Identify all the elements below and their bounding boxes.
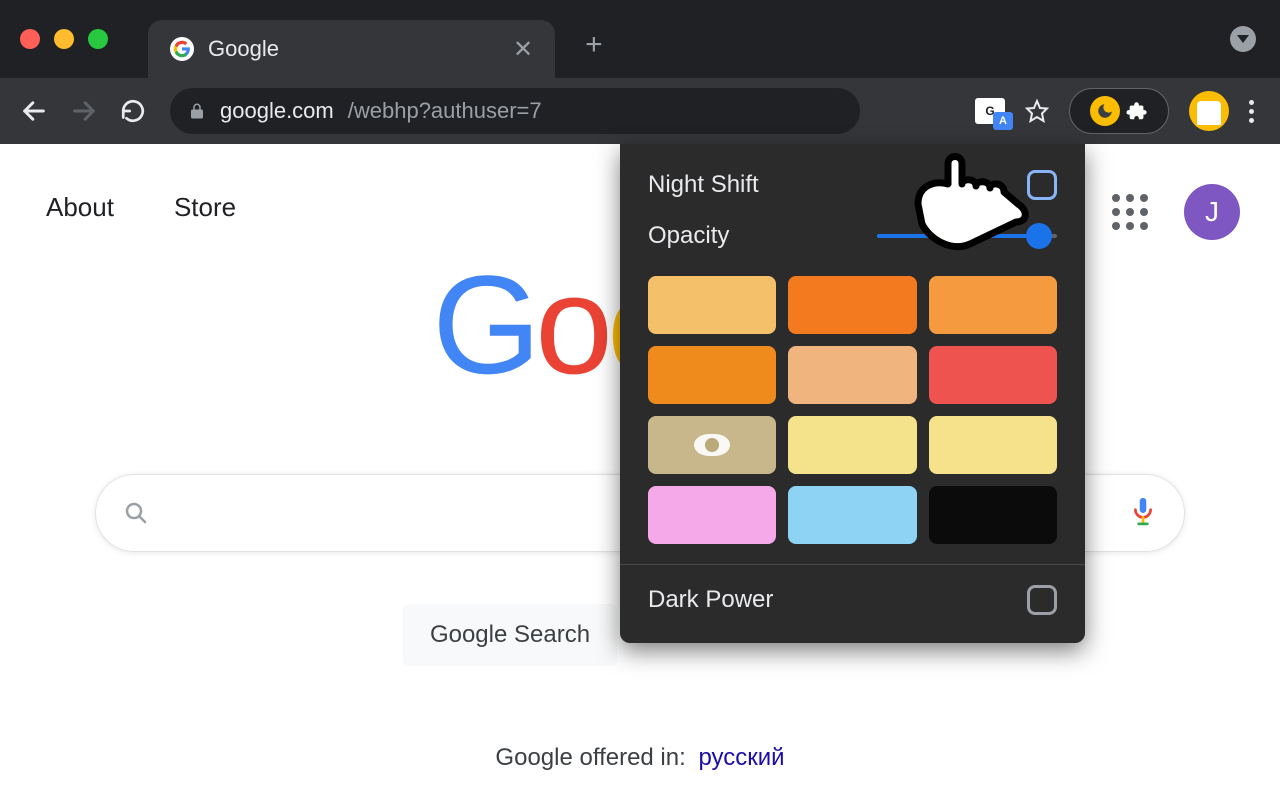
offered-in-text: Google offered in: русский <box>495 744 784 772</box>
header-links: About Store <box>46 192 236 223</box>
page-content: About Store J G o o g l e Google Search … <box>0 144 1280 800</box>
opacity-label: Opacity <box>648 222 729 250</box>
extension-button-active[interactable] <box>1069 88 1169 134</box>
color-swatch-0[interactable] <box>648 276 776 334</box>
voice-search-button[interactable] <box>1130 496 1156 530</box>
store-link[interactable]: Store <box>174 192 236 223</box>
tab-close-button[interactable]: ✕ <box>513 35 533 64</box>
search-icon <box>124 501 148 525</box>
bookmark-star-button[interactable] <box>1025 99 1049 123</box>
night-shift-label: Night Shift <box>648 171 759 199</box>
lock-icon <box>188 101 206 121</box>
color-swatch-3[interactable] <box>648 346 776 404</box>
offered-language-link[interactable]: русский <box>698 744 784 771</box>
window-minimize-button[interactable] <box>54 29 74 49</box>
forward-button[interactable] <box>70 97 106 125</box>
color-swatch-10[interactable] <box>788 486 916 544</box>
chevron-down-icon <box>1230 26 1256 52</box>
toolbar: google.com/webhp?authuser=7 G <box>0 78 1280 144</box>
traffic-lights <box>20 29 108 49</box>
color-swatch-grid <box>648 276 1057 544</box>
apps-launcher-button[interactable] <box>1112 194 1148 230</box>
browser-tab[interactable]: Google ✕ <box>148 20 555 78</box>
profile-avatar-button[interactable] <box>1189 91 1229 131</box>
new-tab-button[interactable]: + <box>585 28 603 62</box>
window-close-button[interactable] <box>20 29 40 49</box>
translate-icon[interactable]: G <box>975 98 1005 124</box>
extension-moon-icon <box>1090 96 1120 126</box>
favicon-icon <box>170 37 194 61</box>
account-avatar[interactable]: J <box>1184 184 1240 240</box>
dark-power-checkbox[interactable] <box>1027 585 1057 615</box>
extensions-puzzle-icon <box>1126 100 1148 122</box>
color-swatch-9[interactable] <box>648 486 776 544</box>
color-swatch-5[interactable] <box>929 346 1057 404</box>
color-swatch-11[interactable] <box>929 486 1057 544</box>
color-swatch-4[interactable] <box>788 346 916 404</box>
back-button[interactable] <box>20 97 56 125</box>
divider <box>620 564 1085 565</box>
omnibox-domain: google.com <box>220 98 334 124</box>
color-swatch-7[interactable] <box>788 416 916 474</box>
omnibox-path: /webhp?authuser=7 <box>348 98 542 124</box>
color-swatch-6[interactable] <box>648 416 776 474</box>
window-zoom-button[interactable] <box>88 29 108 49</box>
color-swatch-1[interactable] <box>788 276 916 334</box>
window-tabstrip: Google ✕ + <box>0 0 1280 78</box>
color-swatch-2[interactable] <box>929 276 1057 334</box>
omnibox[interactable]: google.com/webhp?authuser=7 <box>170 88 860 134</box>
dark-power-label: Dark Power <box>648 586 773 614</box>
about-link[interactable]: About <box>46 192 114 223</box>
tab-title: Google <box>208 36 279 62</box>
overflow-menu-button[interactable] <box>1249 100 1254 123</box>
color-swatch-8[interactable] <box>929 416 1057 474</box>
google-search-button[interactable]: Google Search <box>403 604 617 666</box>
tabstrip-menu[interactable] <box>1230 26 1256 52</box>
pointing-hand-icon <box>900 144 1040 254</box>
reload-button[interactable] <box>120 98 156 124</box>
